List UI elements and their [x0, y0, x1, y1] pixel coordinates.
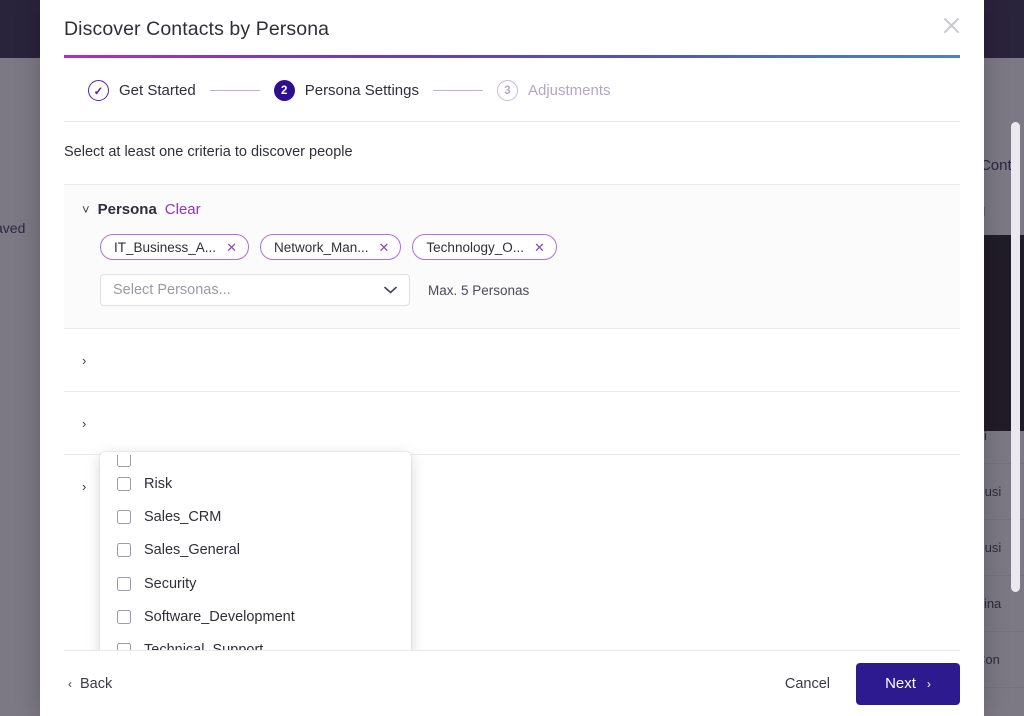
step-1-label: Get Started	[119, 82, 196, 99]
back-button[interactable]: ‹ Back	[64, 670, 116, 698]
chip-remove-icon[interactable]: ✕	[379, 241, 390, 254]
chip-remove-icon[interactable]: ✕	[226, 241, 237, 254]
chevron-right-icon: ›	[926, 676, 931, 691]
persona-option-label: Risk	[144, 475, 173, 492]
persona-chip-label: Technology_O...	[426, 239, 524, 255]
next-button-label: Next	[885, 675, 916, 692]
persona-chip-label: Network_Man...	[273, 239, 369, 255]
step-get-started[interactable]: ✓ Get Started	[88, 80, 196, 101]
persona-option[interactable]: Software_Development	[100, 600, 411, 633]
persona-clear-link[interactable]: Clear	[165, 201, 201, 218]
checkbox-icon[interactable]	[117, 576, 131, 591]
step-connector-1	[209, 89, 260, 92]
persona-option-label: Technical_Support	[144, 642, 263, 650]
criteria-hint: Select at least one criteria to discover…	[64, 144, 353, 160]
persona-select-row: Select Personas... Max. 5 Personas	[64, 260, 960, 306]
chevron-down-icon: ˅	[82, 202, 90, 217]
screen: saved Conta HHEGFiBusiBusiFinaCon Discov…	[0, 0, 1024, 716]
persona-option-label: Software_Development	[144, 608, 295, 625]
step-2-marker: 2	[273, 80, 295, 101]
page-title: Discover Contacts by Persona	[64, 18, 330, 40]
persona-option-label: Sales_CRM	[144, 508, 222, 525]
close-icon[interactable]	[936, 10, 966, 40]
chip-remove-icon[interactable]: ✕	[534, 241, 545, 254]
persona-select[interactable]: Select Personas...	[100, 274, 410, 306]
step-1-marker: ✓	[88, 80, 109, 101]
chevron-right-icon: ›	[82, 415, 87, 431]
max-personas-note: Max. 5 Personas	[428, 282, 530, 298]
step-connector-2	[432, 89, 483, 92]
persona-option[interactable]: Technical_Support	[100, 633, 411, 650]
persona-chip[interactable]: Network_Man... ✕	[259, 234, 402, 260]
checkbox-icon[interactable]	[117, 643, 131, 650]
persona-option-list: Risk Sales_CRM Sales_General Security Softwa…	[100, 455, 411, 650]
page-scrollbar[interactable]	[1011, 122, 1020, 592]
modal-header: Discover Contacts by Persona	[40, 0, 984, 41]
chevron-left-icon: ‹	[68, 676, 72, 691]
step-adjustments[interactable]: 3 Adjustments	[496, 80, 611, 101]
cancel-button[interactable]: Cancel	[781, 668, 834, 700]
persona-chip[interactable]: Technology_O... ✕	[412, 234, 557, 260]
persona-option[interactable]	[100, 455, 411, 467]
checkbox-icon[interactable]	[117, 543, 131, 558]
next-button[interactable]: Next ›	[856, 662, 960, 705]
persona-option-label: Security	[144, 575, 197, 592]
checkbox-icon[interactable]	[117, 609, 131, 624]
back-button-label: Back	[80, 675, 113, 692]
persona-chip[interactable]: IT_Business_A... ✕	[100, 234, 249, 260]
persona-section: ˅ Persona Clear IT_Business_A... ✕ Network…	[64, 184, 960, 328]
collapsed-section-1[interactable]: ›	[64, 328, 960, 391]
step-3-marker: 3	[496, 80, 518, 101]
persona-option[interactable]: Sales_General	[100, 534, 411, 567]
step-persona-settings[interactable]: 2 Persona Settings	[273, 80, 419, 101]
checkbox-icon[interactable]	[117, 476, 131, 491]
chevron-down-icon	[384, 284, 397, 296]
checkbox-icon[interactable]	[117, 509, 131, 524]
chevron-right-icon: ›	[82, 478, 87, 494]
footer-actions: Cancel Next ›	[781, 662, 960, 705]
checkbox-icon[interactable]	[117, 455, 131, 467]
persona-select-placeholder: Select Personas...	[113, 282, 231, 298]
chevron-right-icon: ›	[82, 352, 87, 368]
selected-persona-chips: IT_Business_A... ✕ Network_Man... ✕ Technolo…	[64, 218, 960, 260]
collapsed-section-2[interactable]: ›	[64, 391, 960, 454]
persona-section-header[interactable]: ˅ Persona Clear	[64, 201, 960, 218]
persona-option[interactable]: Security	[100, 567, 411, 600]
persona-option[interactable]: Sales_CRM	[100, 500, 411, 533]
modal-footer: ‹ Back Cancel Next ›	[64, 650, 960, 716]
modal-body: Select at least one criteria to discover…	[40, 122, 984, 650]
persona-option[interactable]: Risk	[100, 467, 411, 500]
step-2-label: Persona Settings	[304, 82, 419, 99]
wizard-stepper: ✓ Get Started 2 Persona Settings 3 Adjus…	[64, 58, 960, 122]
persona-section-title: Persona	[97, 201, 157, 218]
persona-dropdown[interactable]: Risk Sales_CRM Sales_General Security Softwa…	[100, 452, 411, 650]
persona-option-label: Sales_General	[144, 542, 240, 559]
discover-contacts-modal: Discover Contacts by Persona ✓ Get Start…	[40, 0, 984, 716]
step-3-label: Adjustments	[527, 82, 611, 99]
persona-chip-label: IT_Business_A...	[114, 239, 217, 255]
